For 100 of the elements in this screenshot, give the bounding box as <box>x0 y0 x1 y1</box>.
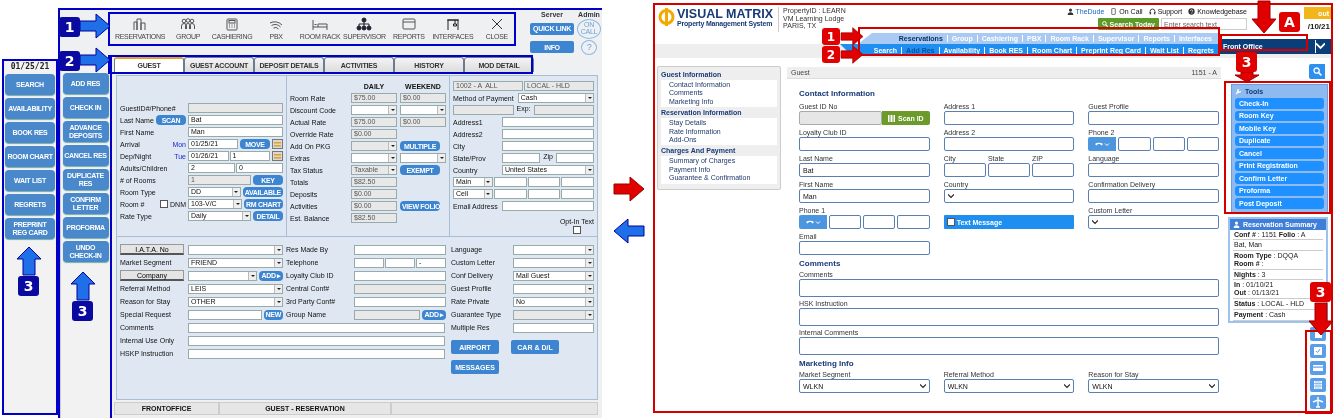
input-field[interactable] <box>493 177 527 187</box>
input-field[interactable] <box>502 153 541 163</box>
step-badge: 1 <box>822 28 840 45</box>
input-field[interactable] <box>1152 137 1185 151</box>
input-field[interactable] <box>1118 137 1151 151</box>
section-title: Comments <box>799 259 842 268</box>
input-field[interactable] <box>354 283 446 294</box>
calendar-icon[interactable] <box>272 139 283 149</box>
input-field[interactable] <box>188 309 262 320</box>
people-icon <box>180 17 197 31</box>
input-field[interactable] <box>354 257 384 268</box>
text-area[interactable] <box>799 308 1219 326</box>
input-field[interactable] <box>799 137 930 151</box>
step-badge: 3 <box>18 276 39 296</box>
input-field[interactable] <box>527 177 561 187</box>
input-field[interactable] <box>385 257 415 268</box>
connector-icon <box>444 17 461 31</box>
dropdown-field[interactable] <box>188 244 283 255</box>
dropdown-field[interactable] <box>351 105 397 115</box>
input-field[interactable] <box>799 241 930 255</box>
input-field[interactable] <box>354 270 446 281</box>
user-icon <box>1066 8 1074 15</box>
input-field[interactable] <box>354 296 446 307</box>
input-field[interactable] <box>1088 163 1219 177</box>
input-field[interactable] <box>943 137 1075 151</box>
input-field[interactable] <box>188 103 283 113</box>
dropdown-field[interactable] <box>513 244 594 255</box>
input-field[interactable] <box>493 189 527 199</box>
input-field[interactable] <box>1186 137 1219 151</box>
input-field[interactable] <box>897 215 930 229</box>
input-field[interactable] <box>527 189 561 199</box>
input-field[interactable] <box>561 177 594 187</box>
text-area[interactable] <box>799 337 1219 355</box>
chevron-down-icon <box>947 193 954 199</box>
checkbox[interactable] <box>572 226 581 234</box>
search-button[interactable] <box>1309 64 1325 79</box>
input-field[interactable] <box>502 129 594 139</box>
airplane-icon[interactable] <box>1310 395 1326 409</box>
input-field[interactable] <box>188 335 445 346</box>
chevron-down-icon <box>1209 383 1215 389</box>
calendar-icon[interactable] <box>272 151 283 161</box>
dropdown-field[interactable] <box>351 153 397 163</box>
input-field[interactable] <box>943 111 1075 125</box>
input-field[interactable] <box>502 141 594 151</box>
input-field[interactable] <box>1088 111 1219 125</box>
input-field[interactable] <box>513 322 594 333</box>
pointer-arrow <box>840 45 864 64</box>
dropdown-field[interactable] <box>513 283 594 294</box>
calendar-icon[interactable] <box>1310 378 1326 392</box>
step-badge: 1 <box>59 17 80 37</box>
input-field[interactable] <box>987 163 1031 177</box>
help-icon <box>1188 8 1196 15</box>
pointer-arrow <box>840 27 864 46</box>
step-badge: 3 <box>72 301 93 321</box>
step-badge: 3 <box>1310 282 1331 302</box>
dropdown-field[interactable] <box>351 141 397 151</box>
chevron-down-icon <box>1315 40 1325 53</box>
checkbox[interactable] <box>160 200 169 208</box>
barcode-icon <box>887 114 895 122</box>
phone-icon <box>1094 140 1111 148</box>
dropdown-field[interactable] <box>400 153 446 163</box>
input-field[interactable] <box>188 322 445 333</box>
text-area[interactable] <box>799 279 1219 297</box>
chevron-down-icon <box>1092 219 1099 225</box>
input-field[interactable] <box>863 215 896 229</box>
dropdown-field[interactable] <box>400 105 446 115</box>
org-chart-icon <box>356 17 373 31</box>
bed-icon <box>312 17 329 31</box>
input-field[interactable] <box>829 215 862 229</box>
input-field[interactable] <box>1088 189 1219 203</box>
phone-type-button[interactable] <box>1088 137 1117 151</box>
input-field[interactable] <box>188 348 445 359</box>
input-field[interactable] <box>533 105 594 115</box>
input-field[interactable] <box>799 111 882 125</box>
section-title: Contact Information <box>799 89 876 98</box>
input-field[interactable] <box>453 105 514 115</box>
dropdown-field[interactable] <box>1088 215 1219 229</box>
dropdown-field[interactable] <box>513 257 594 268</box>
phone-icon <box>805 218 821 226</box>
dropdown-field[interactable] <box>188 270 258 281</box>
input-field[interactable] <box>354 244 446 255</box>
input-field[interactable] <box>561 189 594 199</box>
step-badge: 2 <box>59 51 80 71</box>
pointer-arrow <box>79 47 111 73</box>
card-icon[interactable] <box>1310 361 1326 375</box>
headset-icon <box>1148 8 1156 15</box>
user-icon <box>1233 220 1240 228</box>
input-field[interactable] <box>1032 163 1075 177</box>
section-title: Marketing Info <box>799 359 855 368</box>
logo-text: VISUAL MATRIX <box>677 7 774 20</box>
input-field[interactable] <box>943 163 986 177</box>
pointer-arrow <box>79 13 111 39</box>
input-field[interactable] <box>555 153 594 163</box>
dropdown-field[interactable] <box>513 309 594 320</box>
phone-type-button[interactable] <box>799 215 827 229</box>
dropdown-field[interactable] <box>943 189 1075 203</box>
input-field[interactable] <box>502 201 594 211</box>
input-field[interactable] <box>502 117 594 127</box>
input-field[interactable] <box>354 309 421 320</box>
calculator-icon <box>224 17 241 31</box>
